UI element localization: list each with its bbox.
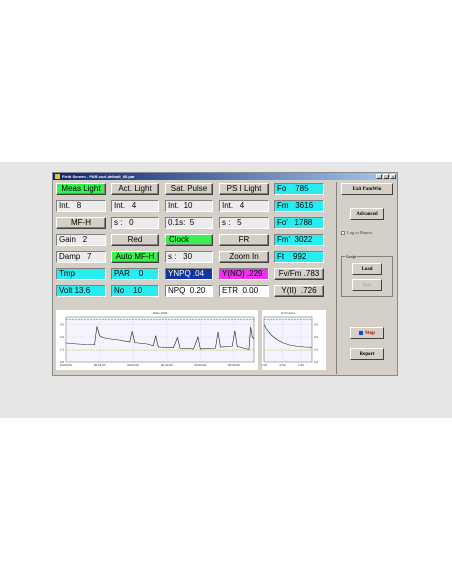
title-bar: Field Screen - PAR-curl-default_60.par [53,173,397,180]
act-seconds-field[interactable]: s : 0 [111,217,159,229]
tmp-display: Tmp [56,268,106,280]
par-display: PAR 0 [111,268,159,280]
y-tick-label: 3.0 [314,323,319,327]
stop-button[interactable]: Stop [350,327,384,339]
fr-button[interactable]: FR [219,234,269,246]
x-tick-label: 00:01:00 [94,363,106,367]
npq-display: NPQ 0.20 [165,285,213,297]
x-tick-label: 00:03:00 [161,363,173,367]
y-tick-label: 1.0 [314,348,319,352]
if-kinetics-chart: IF Kinetics 3.0 2.0 1.0 0.0 0.00 0.50 1.00 [262,310,326,370]
y-tick-label: 1.0 [60,348,65,352]
ratio-chart: Ratio 2000 3.0 2.0 1.0 0.0 00:00:00 00:01:00 00… [56,310,258,370]
log-to-report-option[interactable]: Log to Report [341,230,372,235]
ratio-chart-svg: Ratio 20003.02.01.00.000:00:00 00:01:00 00… [60,311,255,367]
x-tick-label: 0.50 [280,363,286,367]
x-tick-label: 00:04:00 [194,363,206,367]
ynpq-display: YNPQ .04 [165,268,213,280]
plot-area [65,316,255,363]
fm-display: Fm 3616 [274,200,324,212]
log-checkbox[interactable] [341,230,345,235]
close-icon[interactable]: × [390,174,396,179]
fo-prime-display: Fo' 1788 [274,217,324,229]
maximize-icon[interactable]: □ [383,174,389,179]
gain-field[interactable]: Gain 2 [56,234,106,246]
fo-display: Fo 785 [274,183,324,195]
x-tick-label: 00:00:00 [60,363,72,367]
meas-int-field[interactable]: Int. 8 [56,200,106,212]
report-button[interactable]: Report [350,348,384,360]
panel-separator [336,182,337,374]
volt-display: Volt 13.6 [56,285,106,297]
run-button[interactable]: Run [352,279,382,291]
x-tick-label: 1.00 [298,363,304,367]
zoom-in-button[interactable]: Zoom In [219,251,269,263]
mf-h-button[interactable]: MF-H [56,217,106,229]
y-tick-label: 2.0 [60,335,65,339]
etr-display: ETR 0.00 [219,285,269,297]
x-tick-label: 00:05:00 [228,363,240,367]
y-ii-button[interactable]: Y(II) .726 [274,285,324,297]
meas-light-button[interactable]: Meas Light [56,183,106,195]
clock-button[interactable]: Clock [165,234,213,246]
y-tick-label: 3.0 [60,323,65,327]
x-tick-label: 0.00 [262,363,267,367]
advanced-button[interactable]: Advanced [350,208,384,220]
fv-fm-button[interactable]: Fv/Fm .783 [274,268,324,280]
sat-int-field[interactable]: Int. 10 [165,200,213,212]
plot-area [263,316,313,363]
ft-display: Ft 992 [274,251,324,263]
y-no-display: Y(NO) .229 [219,268,269,280]
clock-seconds-field[interactable]: s : 30 [165,251,213,263]
load-button[interactable]: Load [352,263,382,275]
y-tick-label: 2.0 [314,335,319,339]
chart-title: Ratio 2000 [153,311,168,315]
no-display: No 10 [111,285,159,297]
fm-prime-display: Fm' 3022 [274,234,324,246]
ps-light-button[interactable]: PS I Light [219,183,269,195]
script-group-label: Script [345,254,358,259]
window-title: Field Screen - PAR-curl-default_60.par [62,174,135,179]
auto-mf-h-button[interactable]: Auto MF-H [111,251,159,263]
exit-pamwin-button[interactable]: Exit PamWin [341,183,393,195]
app-icon [55,174,60,179]
y-tick-label: 0.0 [314,360,319,364]
ps-int-field[interactable]: Int. 4 [219,200,269,212]
field-screen-window: Field Screen - PAR-curl-default_60.par _… [52,172,398,376]
sat-seconds-field[interactable]: 0.1s: 5 [165,217,213,229]
damp-field[interactable]: Damp 7 [56,251,106,263]
chart-title: IF Kinetics [281,311,296,315]
red-button[interactable]: Red [111,234,159,246]
stop-icon [359,331,364,335]
act-light-button[interactable]: Act. Light [111,183,159,195]
ps-seconds-field[interactable]: s : 5 [219,217,269,229]
minimize-icon[interactable]: _ [376,174,382,179]
sat-pulse-button[interactable]: Sat. Pulse [165,183,213,195]
if-kinetics-chart-svg: IF Kinetics 3.0 2.0 1.0 0.0 0.00 0.50 1.00 [262,311,319,367]
x-tick-label: 00:02:00 [127,363,139,367]
act-int-field[interactable]: Int. 4 [111,200,159,212]
